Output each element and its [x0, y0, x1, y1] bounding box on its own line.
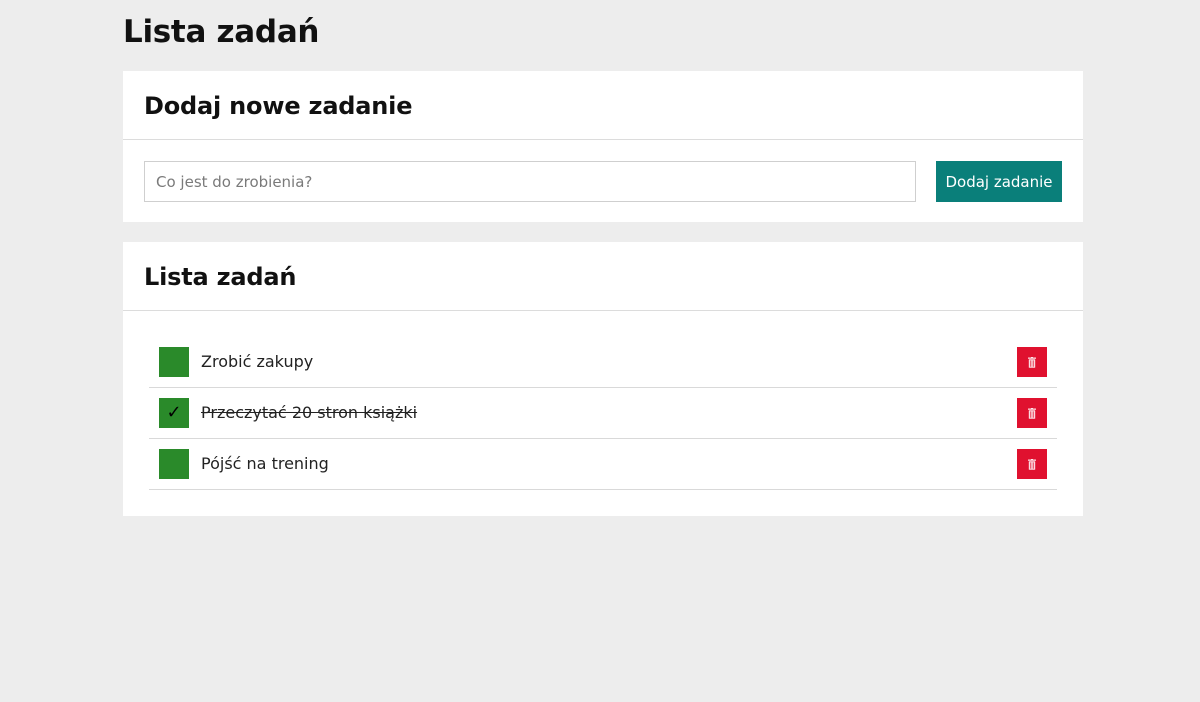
add-task-button[interactable]: Dodaj zadanie [936, 161, 1062, 202]
trash-icon [1028, 458, 1036, 470]
task-list-section: Lista zadań Zrobić zakupy ✓ Przeczytać 2… [123, 242, 1083, 516]
trash-icon [1028, 407, 1036, 419]
task-text: Przeczytać 20 stron książki [201, 403, 418, 422]
add-task-section: Dodaj nowe zadanie Dodaj zadanie [123, 71, 1083, 222]
task-checkbox[interactable]: ✓ [159, 398, 189, 428]
task-text: Pójść na trening [201, 454, 329, 473]
task-item: Pójść na trening [149, 439, 1057, 490]
task-checkbox[interactable] [159, 347, 189, 377]
task-item: Zrobić zakupy [149, 337, 1057, 388]
task-list-title: Lista zadań [144, 263, 297, 291]
add-task-title: Dodaj nowe zadanie [144, 92, 413, 120]
task-list: Zrobić zakupy ✓ Przeczytać 20 stron ksią… [149, 337, 1057, 490]
task-text: Zrobić zakupy [201, 352, 314, 371]
task-checkbox[interactable] [159, 449, 189, 479]
task-list-header: Lista zadań [123, 242, 1083, 311]
add-task-header: Dodaj nowe zadanie [123, 71, 1083, 140]
new-task-input[interactable] [144, 161, 916, 202]
delete-task-button[interactable] [1017, 449, 1047, 479]
page-title: Lista zadań [123, 14, 320, 50]
delete-task-button[interactable] [1017, 347, 1047, 377]
task-item: ✓ Przeczytać 20 stron książki [149, 388, 1057, 439]
delete-task-button[interactable] [1017, 398, 1047, 428]
trash-icon [1028, 356, 1036, 368]
